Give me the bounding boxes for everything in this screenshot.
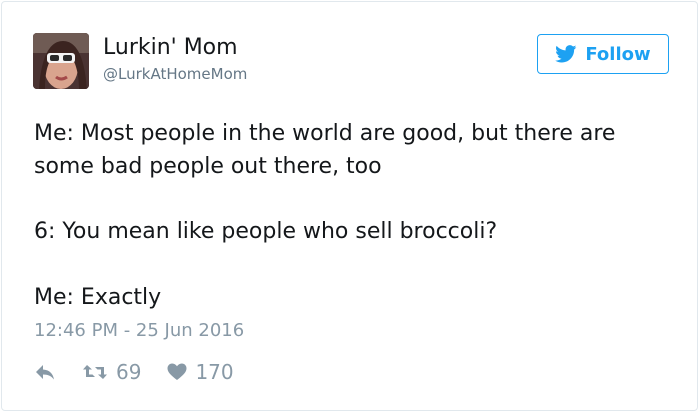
tweet-timestamp[interactable]: 12:46 PM - 25 Jun 2016 [34,318,244,344]
tweet-line-3: Me: Exactly [34,285,162,310]
tweet-line-2: 6: You mean like people who sell broccol… [34,219,498,244]
heart-icon [167,363,187,381]
author-name[interactable]: Lurkin' Mom [103,34,238,62]
retweet-button[interactable]: 69 [82,358,141,386]
follow-label: Follow [585,43,651,65]
avatar[interactable] [33,33,89,89]
reply-button[interactable] [34,363,56,381]
like-button[interactable]: 170 [167,358,234,386]
reply-icon [34,363,56,381]
avatar-image [33,33,89,89]
tweet-line-1: Me: Most people in the world are good, b… [34,121,616,179]
retweet-icon [82,362,108,382]
follow-button[interactable]: Follow [537,34,669,74]
tweet-actions: 69 170 [34,358,260,386]
author-handle[interactable]: @LurkAtHomeMom [103,64,247,84]
like-count: 170 [195,360,234,384]
retweet-count: 69 [116,360,142,384]
tweet-card: Lurkin' Mom @LurkAtHomeMom Follow Me: Mo… [1,1,698,411]
twitter-bird-icon [555,45,577,63]
